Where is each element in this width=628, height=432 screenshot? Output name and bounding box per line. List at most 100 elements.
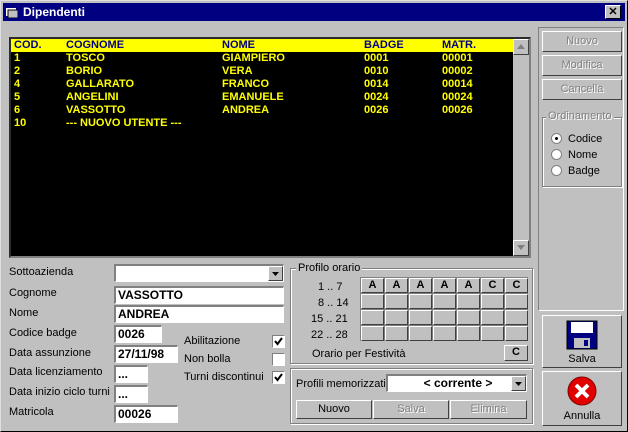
list-row[interactable]: 6 VASSOTTO ANDREA 0026 00026 <box>11 104 513 117</box>
cognome-field[interactable]: VASSOTTO <box>114 286 284 304</box>
licenziamento-field[interactable]: ... <box>114 365 148 383</box>
orario-cell[interactable] <box>385 310 408 325</box>
list-cell: 0024 <box>364 91 389 103</box>
sort-codice-radio[interactable] <box>551 133 562 144</box>
orario-cell[interactable] <box>433 310 456 325</box>
list-header-row: COD. COGNOME NOME BADGE MATR. <box>11 39 513 52</box>
nome-field[interactable]: ANDREA <box>114 305 284 323</box>
sort-badge-radio[interactable] <box>551 165 562 176</box>
list-header-cell: MATR. <box>442 39 477 51</box>
turni-discontinui-checkbox[interactable] <box>272 371 285 384</box>
list-cell: 5 <box>14 91 21 103</box>
scroll-up-button[interactable] <box>513 39 529 55</box>
orario-cell[interactable] <box>361 310 384 325</box>
list-cell: VASSOTTO <box>66 104 126 116</box>
list-row[interactable]: 10 --- NUOVO UTENTE --- <box>11 117 513 130</box>
orario-cell[interactable]: A <box>385 278 408 293</box>
salva-button[interactable]: Salva <box>542 315 622 368</box>
orario-cell[interactable]: C <box>481 278 504 293</box>
list-cell: ANDREA <box>222 104 270 116</box>
side-cancella-button[interactable]: Cancella <box>542 79 622 100</box>
festivita-cell[interactable]: C <box>504 345 528 361</box>
orario-cell[interactable]: A <box>361 278 384 293</box>
side-nuovo-button[interactable]: Nuovo <box>542 31 622 52</box>
list-row[interactable]: 5 ANGELINI EMANUELE 0024 00024 <box>11 91 513 104</box>
sottoazienda-label: Sottoazienda <box>9 266 74 278</box>
sort-codice-label[interactable]: Codice <box>568 133 602 145</box>
list-row[interactable]: 2 BORIO VERA 0010 00002 <box>11 65 513 78</box>
profilo-elimina-button[interactable]: Elimina <box>450 400 527 419</box>
profilo-salva-button[interactable]: Salva <box>373 400 449 419</box>
orario-cell[interactable] <box>361 326 384 341</box>
profili-memorizzati-combo[interactable]: < corrente > <box>386 374 527 392</box>
profilo-nuovo-button[interactable]: Nuovo <box>296 400 372 419</box>
orario-cell[interactable]: A <box>457 278 480 293</box>
orario-cell[interactable] <box>433 294 456 309</box>
employee-list[interactable]: COD. COGNOME NOME BADGE MATR. 1 TOSCO GIAMPIERO… <box>9 37 531 258</box>
list-cell: 4 <box>14 78 21 90</box>
list-header-cell: BADGE <box>364 39 404 51</box>
sottoazienda-dropdown-button[interactable] <box>268 266 283 281</box>
orario-cell[interactable]: A <box>433 278 456 293</box>
list-cell: 2 <box>14 65 21 77</box>
festivita-label: Orario per Festività <box>312 348 406 360</box>
orario-cell[interactable] <box>457 326 480 341</box>
orario-cell[interactable] <box>409 294 432 309</box>
app-icon <box>6 8 18 18</box>
abilitazione-checkbox[interactable] <box>272 335 285 348</box>
profili-dropdown-button[interactable] <box>511 376 526 391</box>
list-cell: GALLARATO <box>66 78 135 90</box>
scroll-down-button[interactable] <box>513 240 529 256</box>
week-row-label-2: 8 .. 14 <box>318 297 349 309</box>
orario-cell[interactable] <box>433 326 456 341</box>
inizio-turni-field[interactable]: ... <box>114 385 148 403</box>
matricola-field[interactable]: 00026 <box>114 405 178 423</box>
chevron-down-icon <box>272 272 279 276</box>
dipendenti-window: Dipendenti ✕ COD. COGNOME NOME BADGE MATR. 1 T… <box>0 0 628 432</box>
list-cell: 1 <box>14 52 21 64</box>
orario-cell[interactable] <box>385 326 408 341</box>
side-modifica-button[interactable]: Modifica <box>542 55 622 76</box>
sottoazienda-combo[interactable] <box>114 264 284 282</box>
orario-cell[interactable] <box>457 310 480 325</box>
orario-cell[interactable] <box>409 326 432 341</box>
non-bolla-checkbox[interactable] <box>272 353 285 366</box>
list-cell: TOSCO <box>66 52 105 64</box>
orario-cell[interactable] <box>505 294 528 309</box>
orario-cell[interactable] <box>505 326 528 341</box>
orario-cell[interactable] <box>409 310 432 325</box>
title-bar[interactable]: Dipendenti ✕ <box>3 3 625 21</box>
orario-cell[interactable] <box>385 294 408 309</box>
sort-badge-label[interactable]: Badge <box>568 165 600 177</box>
assunzione-field[interactable]: 27/11/98 <box>114 345 178 363</box>
week-row-label-3: 15 .. 21 <box>311 313 348 325</box>
orario-cell[interactable] <box>361 294 384 309</box>
list-row[interactable]: 4 GALLARATO FRANCO 0014 00014 <box>11 78 513 91</box>
list-cell: FRANCO <box>222 78 270 90</box>
abilitazione-label: Abilitazione <box>184 335 241 347</box>
list-cell: ANGELINI <box>66 91 119 103</box>
list-cell: 6 <box>14 104 21 116</box>
list-scrollbar[interactable] <box>513 39 529 256</box>
sort-nome-radio[interactable] <box>551 149 562 160</box>
licenziamento-label: Data licenziamento <box>9 366 103 378</box>
turni-discontinui-label: Turni discontinui <box>184 371 264 383</box>
orario-cell[interactable] <box>481 310 504 325</box>
orario-cell[interactable]: C <box>505 278 528 293</box>
badge-field[interactable]: 0026 <box>114 325 162 343</box>
orario-cell[interactable] <box>481 326 504 341</box>
list-row[interactable]: 1 TOSCO GIAMPIERO 0001 00001 <box>11 52 513 65</box>
close-button[interactable]: ✕ <box>605 5 621 19</box>
list-cell: GIAMPIERO <box>222 52 285 64</box>
annulla-button[interactable]: Annulla <box>542 371 622 426</box>
list-cell: 00001 <box>442 52 473 64</box>
floppy-disk-icon <box>566 320 598 350</box>
orario-cell[interactable] <box>505 310 528 325</box>
list-cell: 10 <box>14 117 27 129</box>
orario-cell[interactable] <box>457 294 480 309</box>
orario-cell[interactable] <box>481 294 504 309</box>
orario-cell[interactable]: A <box>409 278 432 293</box>
assunzione-label: Data assunzione <box>9 347 91 359</box>
annulla-label: Annulla <box>563 410 601 422</box>
sort-nome-label[interactable]: Nome <box>568 149 597 161</box>
